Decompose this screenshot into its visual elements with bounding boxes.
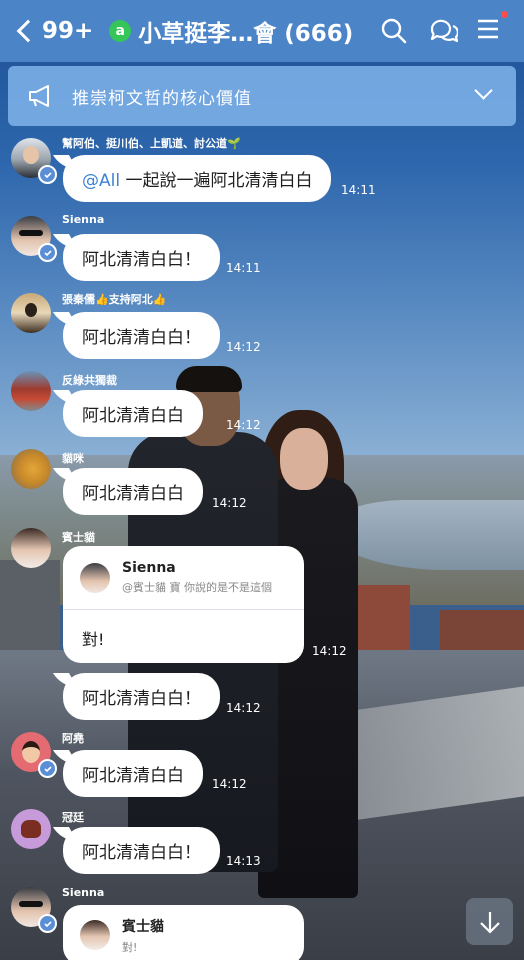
reply-bubble[interactable]: Sienna @賓士貓 寶 你說的是不是這個 對! xyxy=(63,546,304,663)
verified-badge-icon xyxy=(38,914,57,933)
sender-name: 反綠共獨裁 xyxy=(62,374,117,387)
message-bubble[interactable]: 阿北清清白白 xyxy=(63,750,203,797)
avatar[interactable] xyxy=(11,528,51,568)
mention-all[interactable]: @All xyxy=(82,171,120,191)
message-time: 14:12 xyxy=(226,701,261,715)
quoted-avatar xyxy=(80,562,110,593)
message-time: 14:13 xyxy=(226,854,261,868)
quoted-message[interactable]: 賓士貓 對! xyxy=(63,905,304,960)
sender-name: Sienna xyxy=(62,886,105,899)
sender-name: 賓士貓 xyxy=(62,531,95,544)
back-chevron-icon xyxy=(16,19,40,43)
message-bubble[interactable]: 阿北清清白白 xyxy=(63,390,203,437)
sender-name: 貓咪 xyxy=(62,452,84,465)
message-time: 14:12 xyxy=(226,340,261,354)
verified-badge-icon xyxy=(38,243,57,262)
chat-header: 99+ a 小草挺李…會 (666) xyxy=(0,0,524,62)
message-bubble[interactable]: @All 一起說一遍阿北清清白白 xyxy=(63,155,332,202)
quoted-sender: 賓士貓 xyxy=(122,918,164,935)
notification-dot xyxy=(501,11,508,18)
message-time: 14:12 xyxy=(312,644,347,658)
quoted-text: 對! xyxy=(122,940,138,954)
announcement-text: 推崇柯文哲的核心價值 xyxy=(72,88,252,109)
avatar[interactable] xyxy=(11,216,57,262)
back-button[interactable]: 99+ xyxy=(0,0,93,62)
message-text: 一起說一遍阿北清清白白 xyxy=(120,171,313,191)
message-bubble[interactable]: 阿北清清白白 xyxy=(63,468,203,515)
sender-name: 冠廷 xyxy=(62,811,84,824)
search-icon[interactable] xyxy=(380,17,408,45)
avatar[interactable] xyxy=(11,293,51,333)
message-bubble[interactable]: 阿北清清白白！ xyxy=(63,312,220,359)
menu-icon[interactable] xyxy=(476,11,508,45)
message-time: 14:12 xyxy=(226,418,261,432)
quoted-sender: Sienna xyxy=(122,560,176,576)
message-bubble[interactable]: 阿北清清白白！ xyxy=(63,827,220,874)
avatar[interactable] xyxy=(11,732,57,778)
verified-badge-icon xyxy=(38,165,57,184)
chat-title: 小草挺李…會 (666) xyxy=(138,21,354,47)
quoted-avatar xyxy=(80,920,110,950)
reply-bubble[interactable]: 賓士貓 對! xyxy=(63,905,304,960)
avatar[interactable] xyxy=(11,138,57,184)
avatar[interactable] xyxy=(11,371,51,411)
message-time: 14:12 xyxy=(212,496,247,510)
message-bubble[interactable]: 阿北清清白白！ xyxy=(63,234,220,281)
quoted-message[interactable]: Sienna @賓士貓 寶 你說的是不是這個 xyxy=(63,546,304,610)
verified-badge-icon xyxy=(38,759,57,778)
avatar[interactable] xyxy=(11,809,51,849)
message-list[interactable]: 幫阿伯、挺川伯、上凱道、討公道🌱 @All 一起說一遍阿北清清白白 14:11 … xyxy=(0,0,524,960)
avatar[interactable] xyxy=(11,887,57,933)
sender-name: 張秦儒👍支持阿北👍 xyxy=(62,293,167,306)
message-bubble[interactable]: 阿北清清白白！ xyxy=(63,673,220,720)
sender-name: 幫阿伯、挺川伯、上凱道、討公道🌱 xyxy=(62,137,241,150)
reply-text: 對! xyxy=(82,630,105,649)
quoted-text: @賓士貓 寶 你說的是不是這個 xyxy=(122,581,272,594)
scroll-to-bottom-button[interactable] xyxy=(466,898,513,945)
message-time: 14:11 xyxy=(341,183,376,197)
unread-count: 99+ xyxy=(42,18,94,44)
avatar[interactable] xyxy=(11,449,51,489)
openchat-icon: a xyxy=(109,20,132,42)
chat-bubbles-icon[interactable] xyxy=(428,17,459,45)
megaphone-icon xyxy=(29,85,49,107)
arrow-down-icon xyxy=(479,911,500,934)
sender-name: Sienna xyxy=(62,213,105,226)
chat-title-area[interactable]: a 小草挺李…會 (666) xyxy=(109,14,353,48)
message-time: 14:12 xyxy=(212,777,247,791)
sender-name: 阿堯 xyxy=(62,732,84,745)
chevron-down-icon[interactable] xyxy=(474,81,493,100)
message-time: 14:11 xyxy=(226,261,261,275)
announcement-bar[interactable]: 推崇柯文哲的核心價值 xyxy=(8,66,516,126)
